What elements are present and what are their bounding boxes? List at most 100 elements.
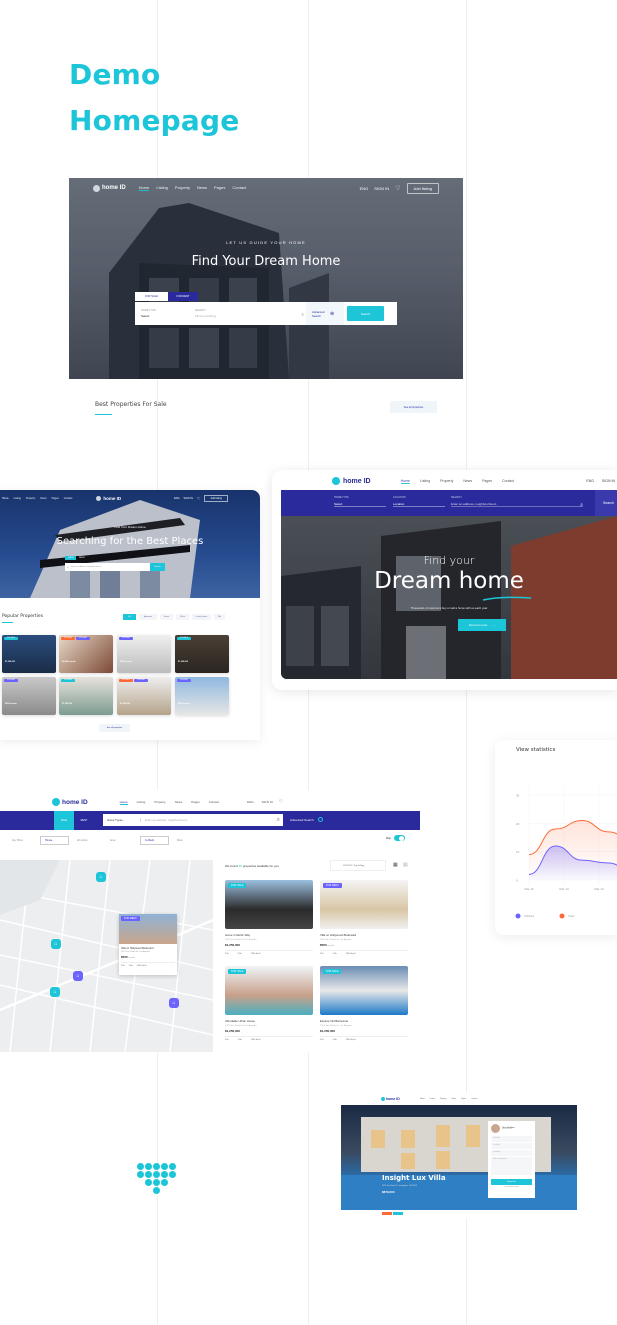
sign-in-link[interactable]: SIGN IN [184,497,193,500]
map-toggle[interactable]: Map [386,835,405,841]
filter-house[interactable]: House [40,836,69,845]
nav-news[interactable]: News [40,497,46,500]
favorites-icon[interactable]: ♡ [395,185,400,192]
map-popup-card[interactable]: FOR RENT Villa on Hollywood Boulevard 14… [119,914,177,975]
search-field[interactable]: SEARCH Enter an address, neighbourhood..… [451,496,583,508]
property-card[interactable]: FOR RENT $550 /month [2,677,56,715]
message-field[interactable]: Hello, I'm interested in... [491,1157,532,1175]
tab-sale[interactable]: SALE [65,556,76,560]
filter-beds[interactable]: 3+ Beds [140,836,169,845]
demo-4-page[interactable]: home ID Home Listing Property News Pages… [0,790,420,1052]
favorites-icon[interactable]: ♡ [279,799,283,805]
map-pin-rent[interactable]: ⌂ [73,971,83,981]
map-pin-sale[interactable]: ⌂ [51,939,61,949]
search-input[interactable]: Enter an address, neighbourhood... [141,818,277,822]
nav-listing[interactable]: Listing [420,479,430,484]
language-select[interactable]: ENG [360,186,369,191]
logo[interactable]: home ID [96,495,121,501]
nav-property[interactable]: Property [440,479,453,484]
phone-field[interactable]: Your Phone [491,1150,532,1156]
logo[interactable]: home ID [332,477,371,485]
find-out-more-button[interactable]: Find out more → [458,619,506,631]
sign-in-link[interactable]: SIGN IN [602,479,615,483]
filter-area[interactable]: Area [110,839,132,842]
listing-card[interactable]: FOR SALE Explore Old Barcelona 1421 San … [320,966,408,1046]
search-button[interactable]: Search [150,563,165,571]
advanced-search-link[interactable]: Advanced Search [290,817,323,822]
listing-card[interactable]: FOR SALE Home in Metric Way 1421 San Ped… [225,880,313,960]
tab-for-rent[interactable]: FOR RENT [168,292,198,301]
property-card[interactable]: FOR SALE FOR RENT $2,900 /month [59,635,113,673]
sign-in-link[interactable]: SIGN IN [374,186,389,191]
nav-home[interactable]: Home [119,800,128,805]
nav-pages[interactable]: Pages [191,800,200,805]
nav-property[interactable]: Property [26,497,35,500]
search-button[interactable]: Search [595,490,617,516]
tab-rent[interactable]: RENT [74,811,94,830]
filter-office[interactable]: Office [176,614,189,620]
tab-rent[interactable]: RENT [76,556,87,560]
nav-property[interactable]: Property [175,185,190,191]
language-select[interactable]: ENG [247,800,254,804]
sign-in-link[interactable]: SIGN IN [262,800,273,804]
nav-news[interactable]: News [463,479,472,484]
name-field[interactable]: Your Name [491,1136,532,1142]
nav-listing[interactable]: Listing [14,497,21,500]
nav-pages[interactable]: Pages [482,479,492,484]
property-card[interactable]: FOR SALE FOR RENT $1,250,000 [117,677,171,715]
grid-view-icon[interactable]: ▤ [403,862,408,868]
nav-contact[interactable]: Contact [502,479,514,484]
listing-card[interactable]: FOR SALE Affordable Urban House 1421 San… [225,966,313,1046]
nav-pages[interactable]: Pages [52,497,59,500]
nav-listing[interactable]: Listing [156,185,168,191]
nav-contact[interactable]: Contact [232,185,246,191]
filter-any-price[interactable]: Any Price [12,839,32,842]
property-card[interactable]: FOR RENT $550 /month [175,677,229,715]
email-field[interactable]: Your Email [491,1143,532,1149]
add-listing-button[interactable]: Add listing [204,494,228,502]
logo[interactable]: home ID [381,1097,400,1101]
nav-pages[interactable]: Pages [461,1098,466,1100]
home-type-field[interactable]: HOME TYPE Select [334,496,386,507]
nav-listing[interactable]: Listing [430,1098,435,1100]
logo[interactable]: home ID [93,184,126,192]
see-all-properties-button[interactable]: See all properties [99,724,130,732]
map-pin-rent[interactable]: ⌂ [169,998,179,1008]
filter-house[interactable]: House [160,614,173,620]
nav-property[interactable]: Property [440,1098,447,1100]
favorites-icon[interactable]: ♡ [197,496,201,501]
search-input[interactable]: Enter an address, neighbourhood... [71,566,150,568]
home-type-field[interactable]: HOME TYPE Select [135,309,191,318]
nav-home[interactable]: Home [400,479,410,484]
search-button[interactable]: Search [347,306,384,321]
nav-home[interactable]: Home [138,185,150,191]
nav-contact[interactable]: Contact [64,497,73,500]
nav-news[interactable]: News [175,800,183,805]
list-view-icon[interactable]: ▦ [393,862,398,868]
tab-for-sale[interactable]: FOR SALE [135,292,168,301]
map-pin-sale[interactable]: ⌂ [96,872,106,882]
home-types-select[interactable]: Home Types [103,818,141,822]
property-card[interactable]: FOR RENT $550 /month [117,635,171,673]
filter-all[interactable]: All [123,614,136,620]
filter-apartment[interactable]: Apartment [139,614,157,620]
nav-pages[interactable]: Pages [214,185,225,191]
filter-rooms[interactable]: All rooms [77,839,102,842]
filter-villa[interactable]: Villa [214,614,225,620]
sort-select[interactable]: SORT BY: Top Selling [330,860,386,871]
property-card[interactable]: FOR SALE $1,250,000 [175,635,229,673]
agent-link[interactable]: Learn about this agent [488,1187,535,1188]
nav-news[interactable]: News [452,1098,457,1100]
map[interactable]: ⌂ ⌂ ⌂ ⌂ ⌂ FOR RENT Villa on Hollywood Bo… [0,860,213,1052]
filter-more[interactable]: More [177,839,197,842]
demo-3-page[interactable]: home ID Home Listing Property News Pages… [272,470,617,690]
logo[interactable]: home ID [52,798,88,806]
advanced-search-toggle[interactable]: Advanced Search ⊛ [306,302,344,325]
add-listing-button[interactable]: Add listing [406,182,439,194]
nav-news[interactable]: News [197,185,207,191]
demo-2-page[interactable]: Home Listing Property News Pages Contact… [0,490,260,740]
language-select[interactable]: ENG [586,479,594,483]
search-field[interactable]: SEARCH Find something... ⌕ [191,309,306,318]
property-card[interactable]: FOR SALE $1,250,000 [59,677,113,715]
language-select[interactable]: ENG [174,497,179,500]
